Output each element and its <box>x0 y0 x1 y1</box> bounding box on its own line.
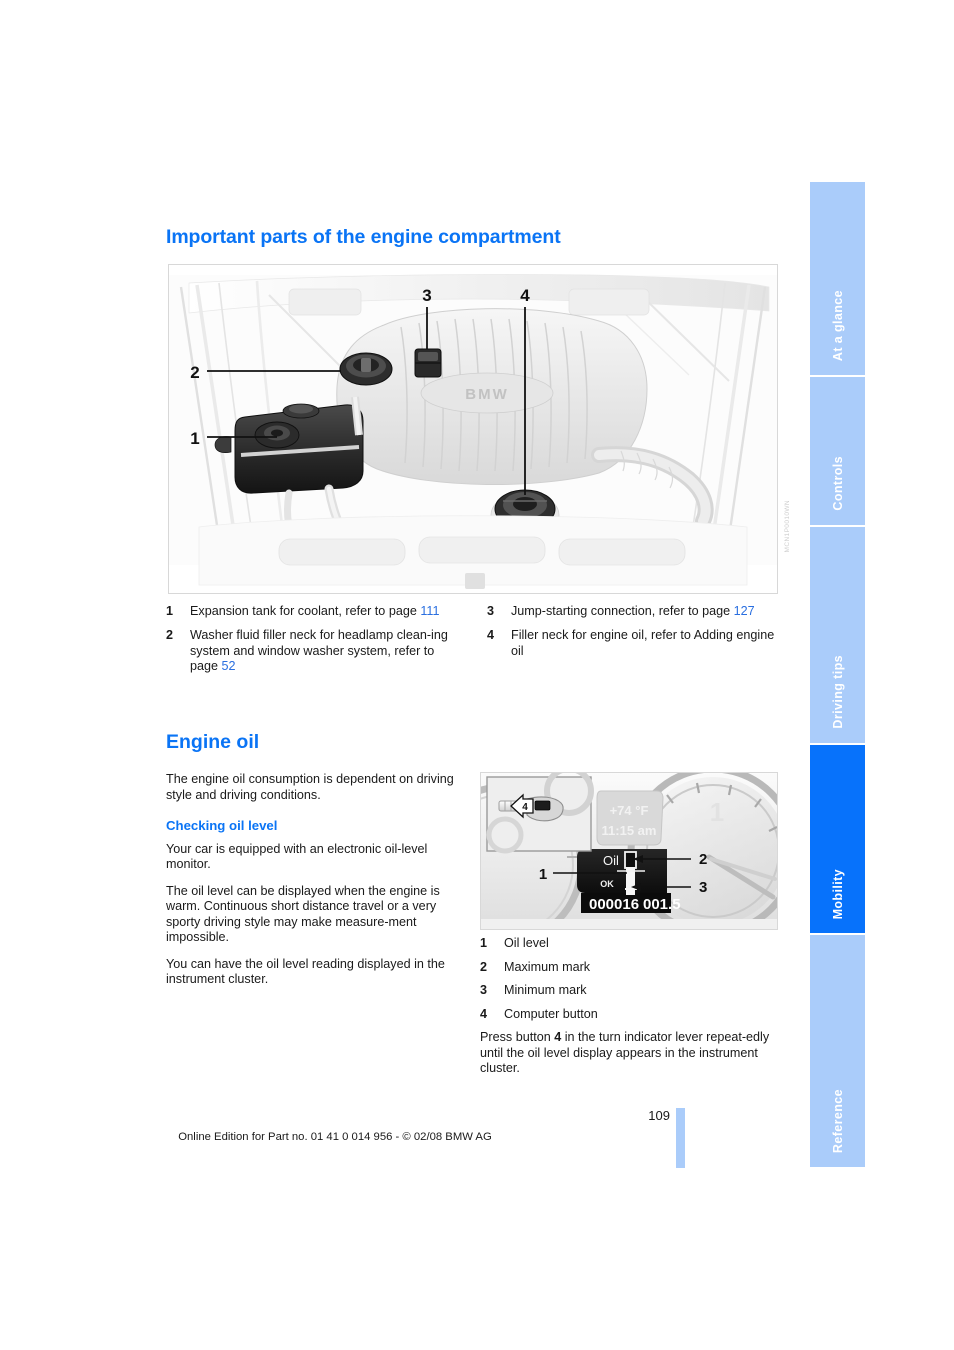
clock-display: 11:15 am <box>602 823 657 838</box>
caption-body: Jump-starting connection, refer to page <box>511 604 734 618</box>
instrument-cluster-figure: 1 +74 °F 11:15 am Oil OK 000016 001.5 4 … <box>480 772 778 930</box>
page-number: 109 <box>648 1108 670 1123</box>
jump-starting-connection <box>414 348 442 378</box>
legend-number: 4 <box>480 1006 488 1021</box>
sidebar-tab-label: Driving tips <box>830 655 845 729</box>
engine-compartment-illustration: BMW 1 2 3 4 <box>169 265 777 593</box>
caption-item: 1 Expansion tank for coolant, refer to p… <box>166 604 459 619</box>
inset-callout-4: 4 <box>522 802 528 813</box>
body-paragraph: You can have the oil level reading displ… <box>166 956 445 987</box>
svg-text:1: 1 <box>190 429 199 448</box>
caption-number: 2 <box>166 628 174 643</box>
svg-text:4: 4 <box>520 286 530 305</box>
caption-number: 1 <box>166 604 174 618</box>
legend-label: Computer button <box>504 1006 598 1021</box>
sidebar-tab-mobility[interactable]: Mobility <box>810 745 865 935</box>
trip-reading: 001.5 <box>643 896 681 913</box>
sidebar-tab-reference[interactable]: Reference <box>810 935 865 1167</box>
page-title: Important parts of the engine compartmen… <box>166 226 561 248</box>
computer-button <box>534 800 551 811</box>
legend-label: Oil level <box>504 936 549 950</box>
page-reference-link[interactable]: 127 <box>734 604 755 618</box>
footer-edition-note: Online Edition for Part no. 01 41 0 014 … <box>178 1131 492 1143</box>
caption-text: Expansion tank for coolant, refer to pag… <box>190 604 459 619</box>
legend-number: 2 <box>480 959 488 974</box>
footer-accent-bar <box>676 1108 685 1168</box>
oil-display-instruction: Press button 4 in the turn indicator lev… <box>480 1030 780 1077</box>
svg-text:2: 2 <box>190 363 199 382</box>
caption-number: 4 <box>487 628 495 643</box>
legend-label: Maximum mark <box>504 959 591 974</box>
engine-compartment-figure: BMW 1 2 3 4 <box>168 264 778 594</box>
outside-temperature: +74 °F <box>610 803 649 818</box>
caption-item: 2 Washer fluid filler neck for headlamp … <box>166 628 459 674</box>
body-paragraph: The oil level can be displayed when the … <box>166 883 440 945</box>
gear-indicator: 1 <box>710 797 724 827</box>
sidebar-tab-label: Mobility <box>830 868 845 919</box>
list-item: 2 Maximum mark <box>480 960 780 976</box>
instruction-prefix: Press button <box>480 1030 555 1044</box>
caption-number: 3 <box>487 604 495 618</box>
page-reference-link[interactable]: 111 <box>420 604 439 618</box>
odometer-reading: 000016 <box>589 896 639 913</box>
svg-text:3: 3 <box>699 879 707 896</box>
instrument-cluster-illustration: 1 +74 °F 11:15 am Oil OK 000016 001.5 4 … <box>481 773 777 929</box>
manual-page: Important parts of the engine compartmen… <box>0 0 954 1350</box>
body-paragraph: Your car is equipped with an electronic … <box>166 841 428 872</box>
sidebar-tab-at-a-glance[interactable]: At a glance <box>810 182 865 377</box>
caption-column-right: 3 Jump-starting connection, refer to pag… <box>487 604 780 684</box>
list-item: 4 Computer button <box>480 1007 780 1023</box>
ok-label: OK <box>600 879 614 889</box>
engine-figure-id-code-outer: MCN1P0010WN <box>784 500 791 553</box>
svg-text:2: 2 <box>699 851 707 868</box>
caption-body: Filler neck for engine oil, refer to Add… <box>511 628 775 658</box>
list-item: 1 Oil level <box>480 936 780 952</box>
oil-label: Oil <box>603 853 619 868</box>
info-display: +74 °F 11:15 am <box>596 790 664 846</box>
legend-number: 3 <box>480 983 488 997</box>
caption-item: 3 Jump-starting connection, refer to pag… <box>487 604 780 619</box>
caption-text: Jump-starting connection, refer to page … <box>511 604 780 619</box>
caption-item: 4 Filler neck for engine oil, refer to A… <box>487 628 780 659</box>
svg-text:1: 1 <box>539 866 547 883</box>
engine-oil-heading: Engine oil <box>166 731 260 753</box>
sidebar-tab-label: Reference <box>830 1088 845 1153</box>
svg-text:BMW: BMW <box>465 386 509 403</box>
caption-column-left: 1 Expansion tank for coolant, refer to p… <box>166 604 459 684</box>
legend-label: Minimum mark <box>504 983 587 997</box>
sidebar-tab-driving-tips[interactable]: Driving tips <box>810 527 865 745</box>
sidebar-tab-label: At a glance <box>830 289 845 361</box>
sidebar-tab-label: Controls <box>830 456 845 511</box>
list-item: 3 Minimum mark <box>480 983 780 999</box>
maximum-mark <box>624 851 637 869</box>
caption-text: Filler neck for engine oil, refer to Add… <box>511 628 780 659</box>
caption-body: Expansion tank for coolant, refer to pag… <box>190 604 421 618</box>
turn-indicator-lever-inset: 4 <box>486 773 594 854</box>
engine-oil-body-column: The engine oil consumption is dependent … <box>166 772 461 999</box>
caption-text: Washer fluid filler neck for headlamp cl… <box>190 628 459 674</box>
svg-text:3: 3 <box>422 286 431 305</box>
section-tab-strip: At a glance Controls Driving tips Mobili… <box>810 182 865 1169</box>
engine-oil-intro-paragraph: The engine oil consumption is dependent … <box>166 772 454 802</box>
oil-display-legend: 1 Oil level 2 Maximum mark 3 Minimum mar… <box>480 936 780 1077</box>
page-reference-link[interactable]: 52 <box>222 659 236 673</box>
engine-parts-caption: 1 Expansion tank for coolant, refer to p… <box>166 604 780 684</box>
legend-number: 1 <box>480 936 488 950</box>
checking-oil-level-heading: Checking oil level <box>166 818 278 833</box>
sidebar-tab-controls[interactable]: Controls <box>810 377 865 527</box>
